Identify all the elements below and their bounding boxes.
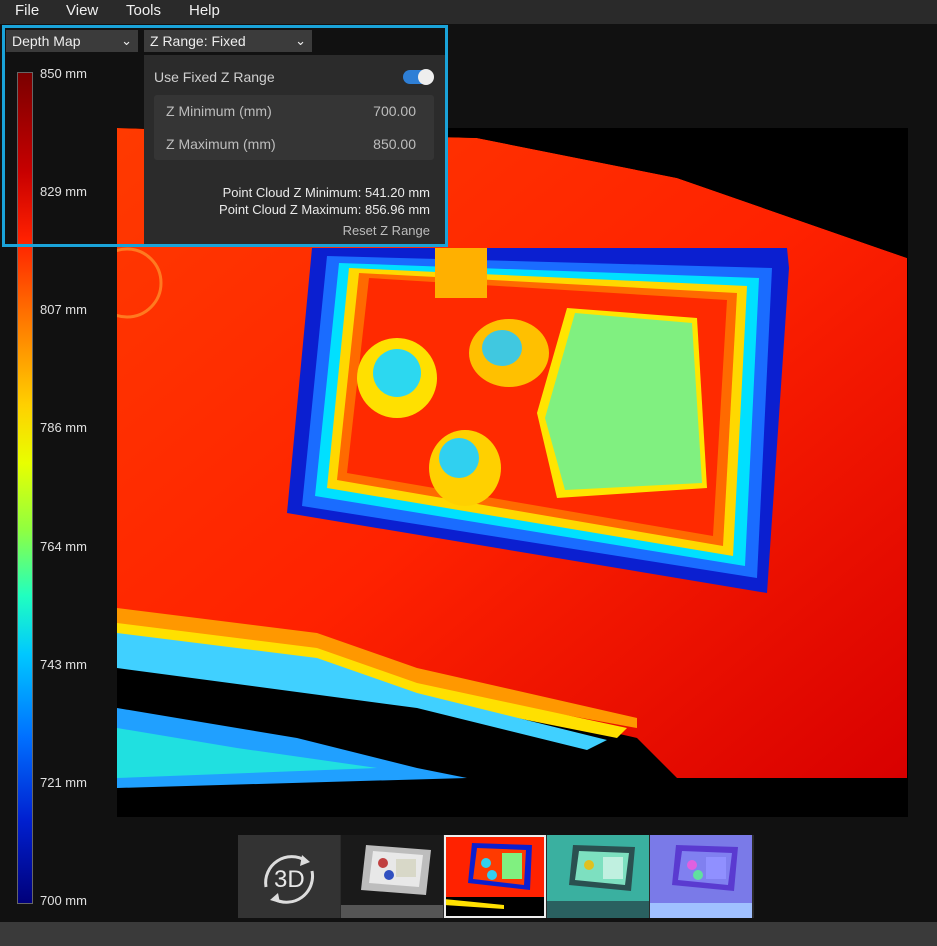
z-range-mode-label: Z Range: Fixed [150,33,246,49]
z-max-label: Z Maximum (mm) [166,136,276,152]
use-fixed-z-range-label: Use Fixed Z Range [154,69,275,85]
thumbnail-strip: 3D [238,835,754,918]
thumbnail-normals[interactable] [650,835,752,918]
colorbar-tick: 743 mm [40,657,87,672]
colorbar-tick: 700 mm [40,893,87,908]
z-range-panel: Use Fixed Z Range Z Minimum (mm) 700.00 … [144,55,446,245]
point-cloud-z-min: Point Cloud Z Minimum: 541.20 mm [222,185,430,200]
use-fixed-z-range-toggle[interactable] [403,69,434,85]
rotate-3d-icon: 3D [264,855,315,904]
z-min-input[interactable]: 700.00 [373,103,416,119]
view-3d-label: 3D [274,866,305,893]
reset-z-range-button[interactable]: Reset Z Range [343,223,430,238]
z-range-fields: Z Minimum (mm) 700.00 Z Maximum (mm) 850… [154,95,434,160]
snr-thumbnail-image [547,835,649,918]
thumbnail-rgb[interactable] [341,835,443,918]
z-range-dropdown[interactable]: Z Range: Fixed ⌄ [144,30,312,52]
menu-help[interactable]: Help [189,2,220,19]
colorbar-tick: 829 mm [40,184,87,199]
colorbar-tick: 764 mm [40,539,87,554]
view-mode-label: Depth Map [12,33,81,49]
menu-tools[interactable]: Tools [126,2,161,19]
menu-bar: File View Tools Help [0,0,937,24]
view-3d-button[interactable]: 3D [238,835,340,918]
chevron-down-icon: ⌄ [121,33,132,48]
status-bar [0,922,937,946]
thumbnail-depth[interactable] [444,835,546,918]
colorbar-tick: 786 mm [40,420,87,435]
view-mode-dropdown[interactable]: Depth Map ⌄ [6,30,138,52]
normals-thumbnail-image [650,835,752,918]
rgb-thumbnail-image [341,835,443,918]
toggle-knob [418,69,434,85]
z-max-input[interactable]: 850.00 [373,136,416,152]
depth-colorbar [17,72,33,904]
menu-view[interactable]: View [66,2,98,19]
colorbar-tick: 850 mm [40,66,87,81]
depth-thumbnail-image [444,835,546,918]
z-min-label: Z Minimum (mm) [166,103,272,119]
colorbar-tick: 721 mm [40,775,87,790]
thumbnail-snr[interactable] [547,835,649,918]
menu-file[interactable]: File [15,2,39,19]
chevron-down-icon: ⌄ [295,33,306,48]
colorbar-tick: 807 mm [40,302,87,317]
point-cloud-z-max: Point Cloud Z Maximum: 856.96 mm [219,202,430,217]
